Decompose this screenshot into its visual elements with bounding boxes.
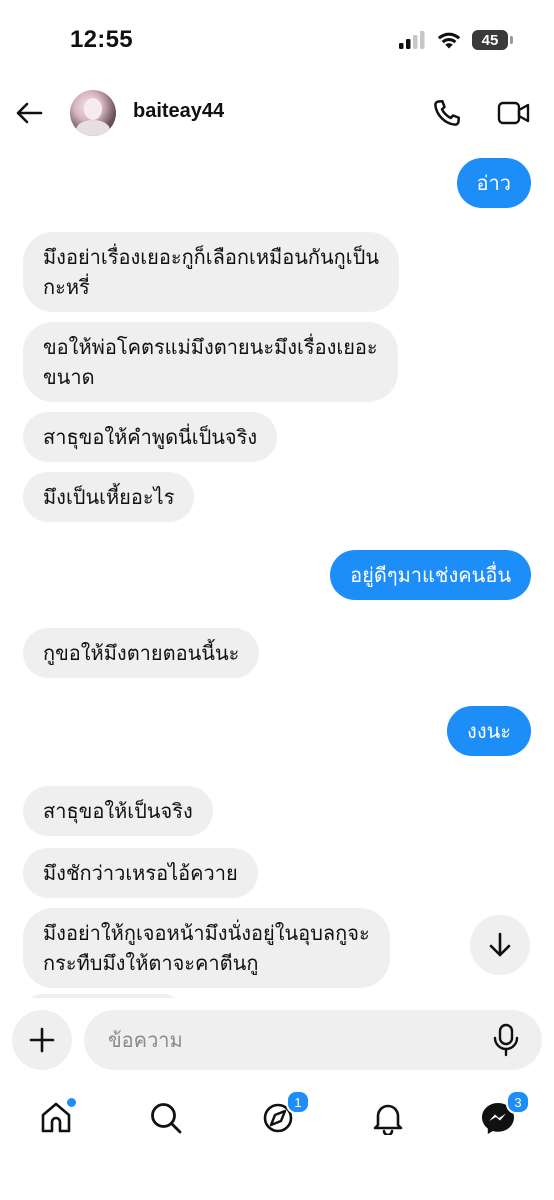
video-camera-icon	[497, 101, 530, 125]
status-time: 12:55	[70, 26, 133, 53]
incoming-message[interactable]: สาธุขอให้คำพูดนี่เป็นจริง	[23, 412, 278, 462]
notification-badge: 3	[506, 1090, 530, 1114]
incoming-message[interactable]: สาธุขอให้เป็นจริง	[23, 786, 213, 836]
notification-badge: 1	[286, 1090, 310, 1114]
status-icons: 45	[398, 30, 513, 50]
back-button[interactable]	[12, 96, 46, 130]
arrow-down-icon	[489, 932, 511, 957]
plus-icon	[29, 1027, 55, 1053]
nav-notifications[interactable]	[366, 1096, 410, 1140]
cellular-signal-icon	[399, 31, 425, 49]
bell-icon	[373, 1104, 403, 1135]
incoming-message[interactable]: มึงอย่าให้กูเจอหน้ามึงนั่งอยู่ในอุบลกูจะ…	[23, 908, 390, 988]
incoming-message[interactable]: มึงเป็นเหี้ยอะไร	[23, 472, 195, 522]
search-icon	[151, 1103, 182, 1134]
arrow-left-icon	[16, 102, 43, 124]
status-bar: 12:55 45	[0, 0, 554, 80]
incoming-message[interactable]: กูขอให้มึงตายตอนนี้นะ	[23, 628, 260, 678]
incoming-message[interactable]: มึงอย่าเรื่องเยอะกูก็เลือกเหมือนกันกูเป็…	[23, 232, 399, 312]
message-line: กะหรี่	[43, 275, 90, 299]
microphone-icon	[493, 1023, 519, 1057]
outgoing-message[interactable]: อ่าว	[456, 158, 531, 208]
nav-home[interactable]	[34, 1096, 78, 1140]
nav-threads[interactable]: 1	[256, 1090, 310, 1140]
message-composer	[0, 1008, 554, 1072]
phone-icon	[434, 100, 460, 126]
chat-header: baiteay44	[0, 84, 554, 144]
message-thread[interactable]: อ่าว มึงอย่าเรื่องเยอะกูก็เลือกเหมือนกัน…	[0, 150, 554, 998]
message-line: ขอให้พ่อโคตรแม่มึงตายนะมึงเรื่องเยอะ	[43, 335, 378, 359]
nav-messages[interactable]: 3	[476, 1090, 530, 1140]
incoming-message[interactable]: มึงชักว่าวเหรอไอ้ควาย	[23, 848, 258, 898]
incoming-message-partial[interactable]	[23, 994, 183, 998]
voice-message-button[interactable]	[488, 1022, 524, 1058]
message-line: มึงอย่าเรื่องเยอะกูก็เลือกเหมือนกันกูเป็…	[43, 245, 379, 269]
message-input[interactable]	[84, 1010, 542, 1070]
bottom-navigation: 1 3	[0, 1086, 554, 1150]
outgoing-message[interactable]: อยู่ดีๆมาแช่งคนอื่น	[330, 550, 531, 600]
outgoing-message[interactable]: งงนะ	[447, 706, 531, 756]
message-line: มึงอย่าให้กูเจอหน้ามึงนั่งอยู่ในอุบลกูจะ	[43, 921, 370, 945]
wifi-icon	[437, 32, 461, 49]
incoming-message[interactable]: ขอให้พ่อโคตรแม่มึงตายนะมึงเรื่องเยอะ ขนา…	[23, 322, 398, 402]
message-line: ขนาด	[43, 365, 95, 389]
nav-search[interactable]	[144, 1096, 188, 1140]
message-line: กระทืบมึงให้ตาจะคาตีนกู	[43, 951, 259, 975]
add-attachment-button[interactable]	[12, 1010, 72, 1070]
video-call-button[interactable]	[496, 96, 532, 130]
chat-username[interactable]: baiteay44	[133, 100, 224, 123]
voice-call-button[interactable]	[430, 96, 464, 130]
battery-indicator: 45	[472, 30, 513, 50]
scroll-to-bottom-button[interactable]	[470, 915, 530, 975]
notification-dot	[65, 1096, 78, 1109]
avatar[interactable]	[70, 90, 116, 136]
